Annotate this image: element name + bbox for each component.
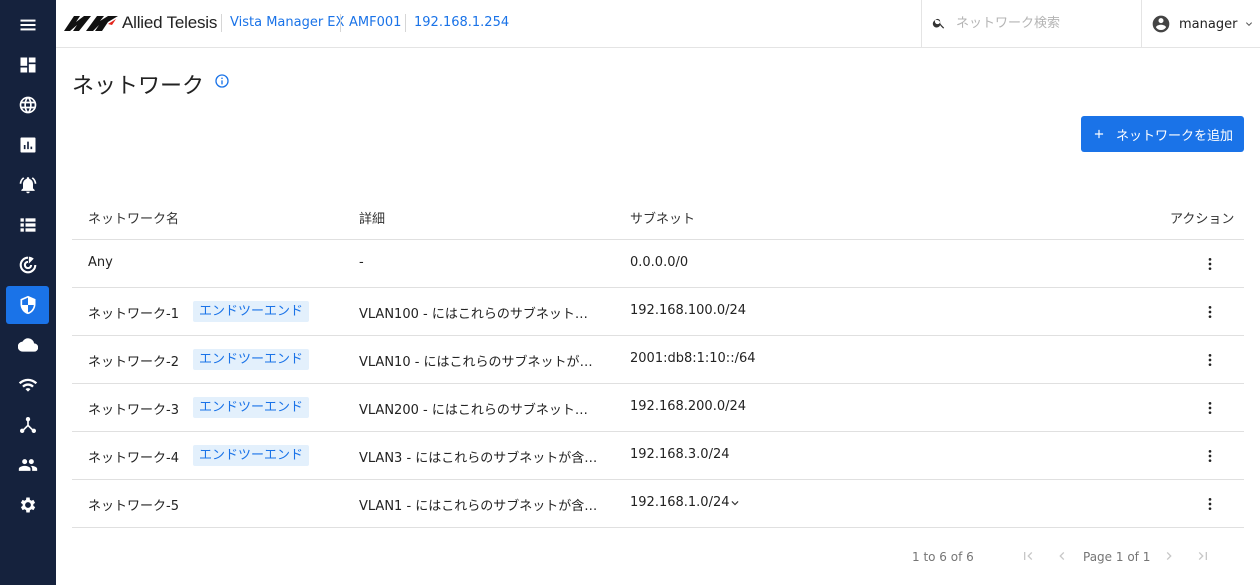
- pagination-count: 1 to 6 of 6: [912, 550, 974, 564]
- end-to-end-badge: エンドツーエンド: [193, 445, 310, 466]
- alarm-icon[interactable]: [6, 166, 49, 204]
- shield-icon[interactable]: [6, 286, 49, 324]
- chevron-down-icon: [1237, 18, 1255, 30]
- plus-icon: [1092, 127, 1106, 141]
- pagination-page: Page 1 of 1: [1083, 550, 1151, 564]
- more-vert-icon[interactable]: [1200, 254, 1220, 274]
- network-subnet: 192.168.200.0/24: [630, 399, 747, 414]
- previous-page-icon[interactable]: [1054, 548, 1070, 564]
- more-vert-icon[interactable]: [1200, 302, 1220, 322]
- table-row[interactable]: ネットワーク-2 エンドツーエンド VLAN10 - にはこれらのサブネットが含…: [72, 336, 1244, 384]
- network-subnet: 2001:db8:1:10::/64: [630, 351, 756, 366]
- column-header-detail[interactable]: 詳細: [359, 208, 385, 227]
- username: manager: [1179, 16, 1238, 32]
- gear-icon[interactable]: [6, 486, 49, 524]
- network-detail: VLAN1 - にはこれらのサブネットが含…: [359, 499, 598, 514]
- expand-more-icon[interactable]: [728, 496, 742, 510]
- radar-icon[interactable]: [6, 246, 49, 284]
- end-to-end-badge: エンドツーエンド: [193, 301, 310, 322]
- allied-telesis-logo-icon: [64, 16, 118, 31]
- end-to-end-badge: エンドツーエンド: [193, 349, 310, 370]
- table-row[interactable]: ネットワーク-3 エンドツーエンド VLAN200 - にはこれらのサブネットが…: [72, 384, 1244, 432]
- network-detail: VLAN100 - にはこれらのサブネットが…: [359, 307, 599, 322]
- network-subnet: 192.168.100.0/24: [630, 303, 747, 318]
- breadcrumb-area[interactable]: AMF001: [349, 15, 401, 30]
- network-table: ネットワーク名 詳細 サブネット アクション Any - 0.0.0.0/0 ネ…: [72, 192, 1244, 528]
- info-icon[interactable]: [214, 73, 230, 89]
- table-row[interactable]: ネットワーク-1 エンドツーエンド VLAN100 - にはこれらのサブネットが…: [72, 288, 1244, 336]
- network-detail: VLAN200 - にはこれらのサブネットが…: [359, 403, 599, 418]
- add-network-button[interactable]: ネットワークを追加: [1081, 116, 1244, 152]
- list-icon[interactable]: [6, 206, 49, 244]
- network-name[interactable]: ネットワーク-3: [88, 399, 179, 418]
- column-header-subnet[interactable]: サブネット: [630, 208, 695, 227]
- more-vert-icon[interactable]: [1200, 398, 1220, 418]
- table-row[interactable]: ネットワーク-4 エンドツーエンド VLAN3 - にはこれらのサブネットが含……: [72, 432, 1244, 480]
- network-detail: VLAN10 - にはこれらのサブネットが含…: [359, 355, 599, 370]
- chart-icon[interactable]: [6, 126, 49, 164]
- top-bar: Allied Telesis Vista Manager EX AMF001 1…: [56, 0, 1260, 48]
- globe-icon[interactable]: [6, 86, 49, 124]
- topology-icon[interactable]: [6, 406, 49, 444]
- search-icon: [932, 18, 945, 29]
- menu-icon[interactable]: [6, 6, 49, 44]
- cloud-icon[interactable]: [6, 326, 49, 364]
- network-name[interactable]: ネットワーク-1: [88, 303, 179, 322]
- column-header-name[interactable]: ネットワーク名: [88, 208, 179, 227]
- end-to-end-badge: エンドツーエンド: [193, 397, 310, 418]
- divider: [340, 14, 341, 32]
- people-icon[interactable]: [6, 446, 49, 484]
- network-search: [921, 0, 1142, 47]
- search-input[interactable]: [956, 10, 1136, 36]
- divider: [405, 14, 406, 32]
- divider: [221, 14, 222, 32]
- more-vert-icon[interactable]: [1200, 446, 1220, 466]
- table-header: ネットワーク名 詳細 サブネット アクション: [72, 192, 1244, 240]
- network-name[interactable]: ネットワーク-4: [88, 447, 179, 466]
- network-detail: VLAN3 - にはこれらのサブネットが含…: [359, 451, 598, 466]
- table-row[interactable]: ネットワーク-5 VLAN1 - にはこれらのサブネットが含… 192.168.…: [72, 480, 1244, 528]
- column-header-action: アクション: [1170, 212, 1235, 227]
- brand-logo[interactable]: Allied Telesis: [64, 10, 217, 36]
- brand-name: Allied Telesis: [122, 13, 218, 32]
- network-name[interactable]: ネットワーク-5: [88, 495, 179, 514]
- more-vert-icon[interactable]: [1200, 494, 1220, 514]
- network-subnet: 192.168.1.0/24: [630, 495, 730, 510]
- add-network-label: ネットワークを追加: [1116, 127, 1234, 143]
- network-detail: -: [359, 255, 364, 270]
- nav-rail: [0, 0, 56, 585]
- network-name[interactable]: Any: [88, 255, 113, 270]
- table-row[interactable]: Any - 0.0.0.0/0: [72, 240, 1244, 288]
- dashboard-icon[interactable]: [6, 46, 49, 84]
- breadcrumb-product[interactable]: Vista Manager EX: [230, 15, 344, 30]
- network-subnet: 192.168.3.0/24: [630, 447, 730, 462]
- page-title: ネットワーク: [72, 74, 205, 99]
- wifi-icon[interactable]: [6, 366, 49, 404]
- more-vert-icon[interactable]: [1200, 350, 1220, 370]
- network-name[interactable]: ネットワーク-2: [88, 351, 179, 370]
- first-page-icon[interactable]: [1020, 548, 1036, 564]
- network-subnet: 0.0.0.0/0: [630, 255, 689, 270]
- next-page-icon[interactable]: [1161, 548, 1177, 564]
- user-menu[interactable]: manager: [1151, 12, 1255, 36]
- last-page-icon[interactable]: [1195, 548, 1211, 564]
- account-icon: [1151, 14, 1171, 34]
- breadcrumb-address[interactable]: 192.168.1.254: [414, 15, 509, 30]
